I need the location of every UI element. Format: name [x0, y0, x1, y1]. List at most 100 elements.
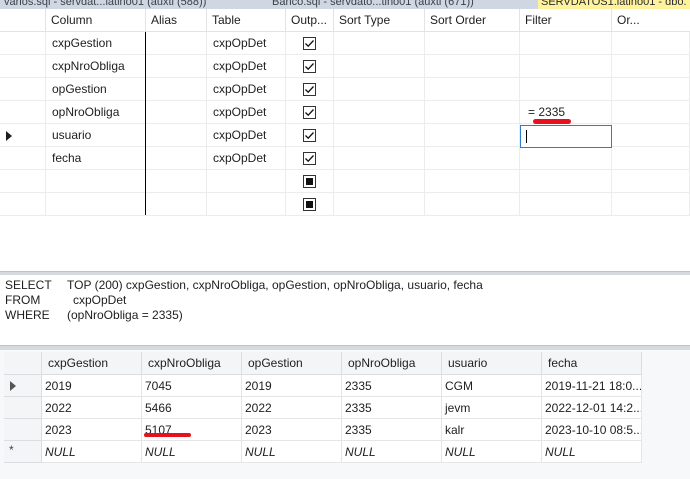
results-header-opnroobliga[interactable]: opNroObliga: [342, 352, 442, 375]
results-cell-opnroobliga[interactable]: NULL: [342, 441, 442, 463]
results-corner-cell[interactable]: [4, 352, 42, 375]
criteria-cell-filter[interactable]: [520, 147, 612, 170]
results-cell-usuario[interactable]: NULL: [442, 441, 542, 463]
results-row-selector[interactable]: *: [4, 441, 42, 463]
criteria-cell-sort-order[interactable]: [425, 55, 520, 78]
results-cell-usuario[interactable]: jevm: [442, 397, 542, 419]
results-row-selector[interactable]: [4, 375, 42, 397]
criteria-cell-sort-type[interactable]: [334, 193, 425, 216]
results-cell-opnroobliga[interactable]: 2335: [342, 419, 442, 441]
criteria-row[interactable]: opNroObliga cxpOpDet = 2335: [0, 101, 690, 124]
criteria-row[interactable]: [0, 193, 690, 216]
results-cell-opgestion[interactable]: 2022: [242, 397, 342, 419]
criteria-cell-or[interactable]: [612, 32, 690, 55]
criteria-header-column[interactable]: Column: [46, 9, 146, 32]
criteria-cell-table[interactable]: [207, 170, 286, 193]
results-cell-fecha[interactable]: 2019-11-21 18:0...: [542, 375, 642, 397]
criteria-cell-or[interactable]: [612, 78, 690, 101]
criteria-cell-output[interactable]: [286, 147, 334, 170]
results-cell-cxpgestion[interactable]: 2023: [42, 419, 142, 441]
criteria-cell-output[interactable]: [286, 124, 334, 147]
results-header-opgestion[interactable]: opGestion: [242, 352, 342, 375]
criteria-header-filter[interactable]: Filter: [520, 9, 612, 32]
results-cell-cxpnroobliga[interactable]: NULL: [142, 441, 242, 463]
criteria-cell-alias[interactable]: [146, 193, 207, 216]
criteria-row[interactable]: [0, 170, 690, 193]
criteria-cell-output[interactable]: [286, 101, 334, 124]
criteria-header-output[interactable]: Outp...: [286, 9, 334, 32]
criteria-cell-sort-order[interactable]: [425, 193, 520, 216]
criteria-cell-sort-order[interactable]: [425, 124, 520, 147]
tab-query-designer-active[interactable]: SERVDATOS1.latino01 - dbo.: [538, 0, 690, 9]
criteria-row-selector[interactable]: [0, 147, 46, 170]
criteria-cell-filter[interactable]: [520, 193, 612, 216]
criteria-cell-alias[interactable]: [146, 124, 207, 147]
criteria-cell-table[interactable]: cxpOpDet: [207, 32, 286, 55]
results-cell-cxpgestion[interactable]: 2019: [42, 375, 142, 397]
results-cell-usuario[interactable]: kalr: [442, 419, 542, 441]
criteria-cell-filter[interactable]: [520, 170, 612, 193]
criteria-cell-sort-type[interactable]: [334, 147, 425, 170]
criteria-cell-or[interactable]: [612, 124, 690, 147]
criteria-cell-column[interactable]: opNroObliga: [46, 101, 146, 124]
output-checkbox-checked[interactable]: [303, 129, 316, 142]
sql-pane[interactable]: SELECT TOP (200) cxpGestion, cxpNroObliga…: [0, 275, 690, 345]
criteria-cell-column[interactable]: [46, 193, 146, 216]
results-cell-opnroobliga[interactable]: 2335: [342, 375, 442, 397]
tab-varios-sql[interactable]: varios.sql - servdat...latino01 (auxti (…: [4, 0, 206, 9]
criteria-cell-sort-order[interactable]: [425, 147, 520, 170]
output-checkbox-checked[interactable]: [303, 152, 316, 165]
results-header-cxpnroobliga[interactable]: cxpNroObliga: [142, 352, 242, 375]
criteria-cell-sort-type[interactable]: [334, 101, 425, 124]
output-checkbox-checked[interactable]: [303, 37, 316, 50]
criteria-cell-sort-order[interactable]: [425, 32, 520, 55]
results-cell-fecha[interactable]: 2023-10-10 08:5...: [542, 419, 642, 441]
output-checkbox-checked[interactable]: [303, 106, 316, 119]
criteria-cell-output[interactable]: [286, 78, 334, 101]
criteria-cell-column[interactable]: opGestion: [46, 78, 146, 101]
results-cell-opgestion[interactable]: 2023: [242, 419, 342, 441]
criteria-header-alias[interactable]: Alias: [146, 9, 207, 32]
criteria-cell-alias[interactable]: [146, 78, 207, 101]
criteria-cell-alias[interactable]: [146, 101, 207, 124]
criteria-cell-sort-type[interactable]: [334, 32, 425, 55]
criteria-row-selector[interactable]: [0, 55, 46, 78]
criteria-header-sort-order[interactable]: Sort Order: [425, 9, 520, 32]
criteria-cell-table[interactable]: [207, 193, 286, 216]
criteria-cell-sort-order[interactable]: [425, 101, 520, 124]
criteria-row[interactable]: opGestion cxpOpDet: [0, 78, 690, 101]
criteria-cell-column[interactable]: cxpGestion: [46, 32, 146, 55]
results-cell-opnroobliga[interactable]: 2335: [342, 397, 442, 419]
criteria-cell-or[interactable]: [612, 147, 690, 170]
criteria-cell-table[interactable]: cxpOpDet: [207, 55, 286, 78]
criteria-row-selector[interactable]: [0, 32, 46, 55]
results-header-fecha[interactable]: fecha: [542, 352, 642, 375]
results-cell-cxpnroobliga[interactable]: 5107: [142, 419, 242, 441]
criteria-row-selector[interactable]: [0, 78, 46, 101]
results-cell-cxpnroobliga[interactable]: 5466: [142, 397, 242, 419]
criteria-cell-table[interactable]: cxpOpDet: [207, 78, 286, 101]
results-cell-cxpgestion[interactable]: NULL: [42, 441, 142, 463]
criteria-row[interactable]: cxpNroObliga cxpOpDet: [0, 55, 690, 78]
results-cell-cxpnroobliga[interactable]: 7045: [142, 375, 242, 397]
results-cell-fecha[interactable]: NULL: [542, 441, 642, 463]
criteria-cell-column[interactable]: [46, 170, 146, 193]
criteria-row-selector[interactable]: [0, 193, 46, 216]
results-row-selector[interactable]: [4, 397, 42, 419]
criteria-cell-table[interactable]: cxpOpDet: [207, 101, 286, 124]
criteria-cell-sort-type[interactable]: [334, 124, 425, 147]
results-header-cxpgestion[interactable]: cxpGestion: [42, 352, 142, 375]
output-checkbox-checked[interactable]: [303, 83, 316, 96]
criteria-cell-alias[interactable]: [146, 170, 207, 193]
criteria-cell-table[interactable]: cxpOpDet: [207, 124, 286, 147]
criteria-cell-or[interactable]: [612, 55, 690, 78]
results-cell-cxpgestion[interactable]: 2022: [42, 397, 142, 419]
criteria-cell-sort-type[interactable]: [334, 55, 425, 78]
output-checkbox-checked[interactable]: [303, 60, 316, 73]
results-cell-opgestion[interactable]: NULL: [242, 441, 342, 463]
criteria-cell-alias[interactable]: [146, 55, 207, 78]
criteria-cell-filter[interactable]: [520, 32, 612, 55]
criteria-cell-sort-type[interactable]: [334, 170, 425, 193]
criteria-row[interactable]: cxpGestion cxpOpDet: [0, 32, 690, 55]
criteria-cell-column[interactable]: usuario: [46, 124, 146, 147]
